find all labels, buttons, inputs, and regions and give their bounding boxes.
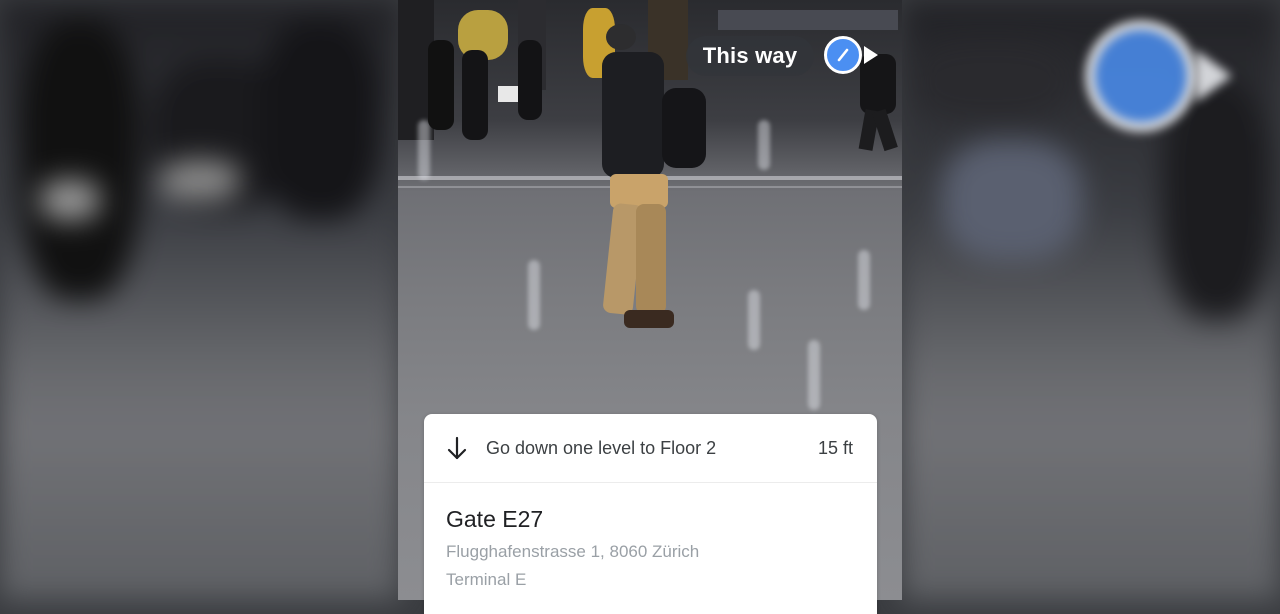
blurred-background-left (0, 0, 400, 600)
blurred-compass-icon (1085, 20, 1197, 132)
destination-terminal: Terminal E (446, 570, 527, 589)
directions-card[interactable]: Go down one level to Floor 2 15 ft Gate … (424, 414, 877, 614)
this-way-label: This way (686, 36, 814, 76)
destination-title: Gate E27 (446, 506, 544, 532)
step-distance: 15 ft (817, 438, 853, 458)
direction-step[interactable]: Go down one level to Floor 2 15 ft (424, 414, 877, 483)
destination-address: Flugghafenstrasse 1, 8060 Zürich (446, 542, 700, 561)
blurred-compass-pointer (1196, 50, 1232, 102)
compass-pointer (864, 46, 878, 64)
slash-arrow-icon (837, 48, 849, 62)
this-way-text: This way (702, 43, 798, 68)
arrow-down-icon (447, 436, 467, 460)
navigation-compass-icon (824, 36, 862, 74)
step-instruction: Go down one level to Floor 2 (486, 438, 717, 458)
